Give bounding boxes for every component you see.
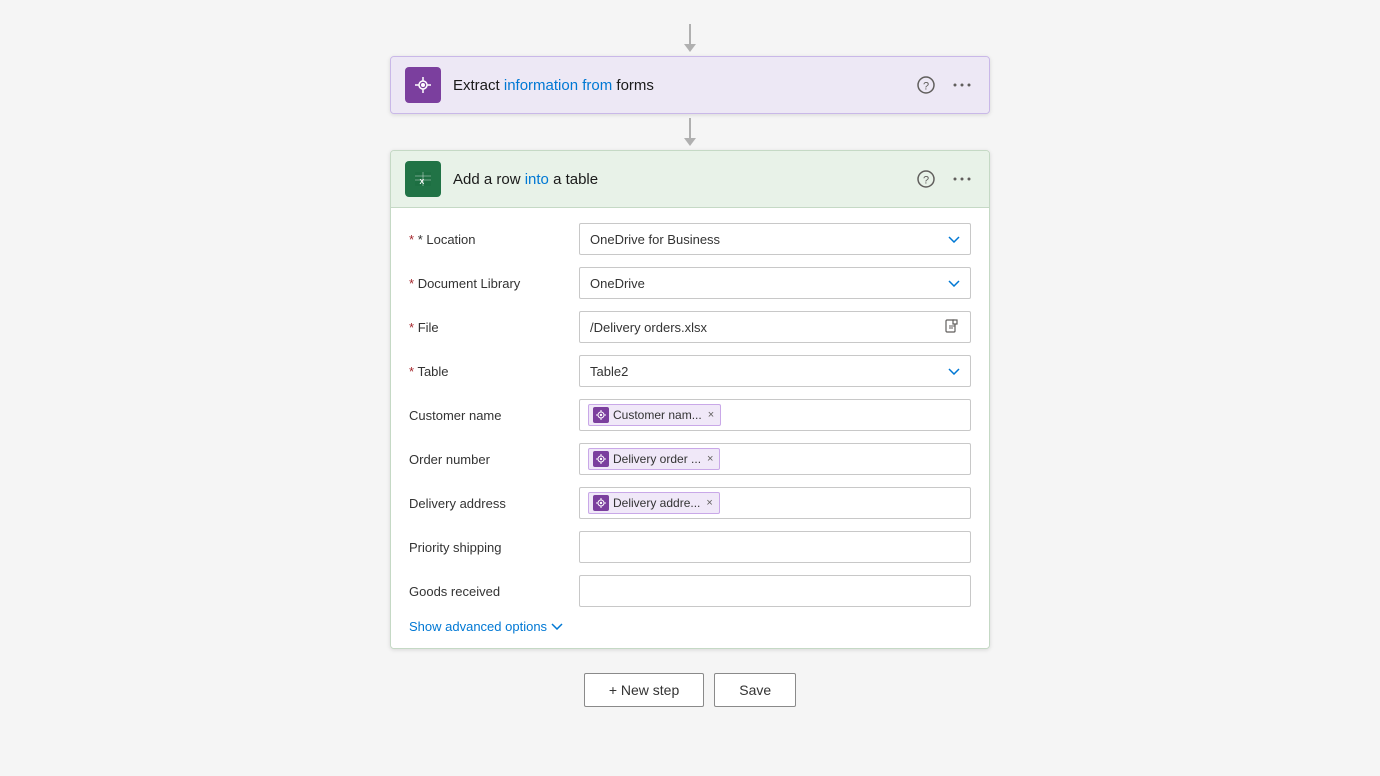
location-control: OneDrive for Business — [579, 223, 971, 255]
extract-help-button[interactable]: ? — [913, 72, 939, 98]
add-row-help-button[interactable]: ? — [913, 166, 939, 192]
extract-more-button[interactable] — [949, 79, 975, 91]
priority-shipping-label: Priority shipping — [409, 540, 579, 555]
customer-name-tag-icon — [593, 407, 609, 423]
table-label: * Table — [409, 364, 579, 379]
goods-received-label: Goods received — [409, 584, 579, 599]
top-arrow-connector — [684, 24, 696, 52]
file-control: /Delivery orders.xlsx — [579, 311, 971, 343]
delivery-address-tag: Delivery addre... × — [588, 492, 720, 514]
new-step-button[interactable]: + New step — [584, 673, 704, 707]
priority-shipping-row: Priority shipping — [409, 530, 971, 564]
delivery-address-label: Delivery address — [409, 496, 579, 511]
table-row: * Table Table2 — [409, 354, 971, 388]
priority-shipping-control — [579, 531, 971, 563]
table-control: Table2 — [579, 355, 971, 387]
excel-card-icon: X — [405, 161, 441, 197]
location-row: * * Location OneDrive for Business — [409, 222, 971, 256]
add-row-card-header: X Add a row into a table ? — [391, 151, 989, 208]
extract-card-title: Extract information from forms — [453, 77, 901, 94]
delivery-address-row: Delivery address — [409, 486, 971, 520]
goods-received-control — [579, 575, 971, 607]
extract-card: Extract information from forms ? — [390, 56, 990, 114]
customer-name-row: Customer name — [409, 398, 971, 432]
middle-arrow-connector — [684, 118, 696, 146]
add-row-card-actions: ? — [913, 166, 975, 192]
table-dropdown[interactable]: Table2 — [579, 355, 971, 387]
customer-name-tag: Customer nam... × — [588, 404, 721, 426]
location-dropdown[interactable]: OneDrive for Business — [579, 223, 971, 255]
add-row-card-body: * * Location OneDrive for Business * Doc… — [391, 208, 989, 648]
svg-text:?: ? — [923, 175, 929, 187]
goods-received-field[interactable] — [579, 575, 971, 607]
svg-text:X: X — [420, 179, 425, 186]
extract-card-actions: ? — [913, 72, 975, 98]
delivery-address-field[interactable]: Delivery addre... × — [579, 487, 971, 519]
add-row-card-title: Add a row into a table — [453, 171, 901, 188]
add-row-more-button[interactable] — [949, 173, 975, 185]
order-number-control: Delivery order ... × — [579, 443, 971, 475]
file-row: * File /Delivery orders.xlsx — [409, 310, 971, 344]
document-library-label: * Document Library — [409, 276, 579, 291]
location-label: * * Location — [409, 232, 579, 247]
order-number-label: Order number — [409, 452, 579, 467]
goods-received-row: Goods received — [409, 574, 971, 608]
customer-name-label: Customer name — [409, 408, 579, 423]
order-number-tag: Delivery order ... × — [588, 448, 720, 470]
bottom-actions: + New step Save — [584, 673, 796, 707]
order-number-field[interactable]: Delivery order ... × — [579, 443, 971, 475]
advanced-options-row: Show advanced options — [409, 618, 971, 634]
extract-card-header: Extract information from forms ? — [391, 57, 989, 113]
delivery-address-tag-close[interactable]: × — [706, 497, 712, 509]
customer-name-control: Customer nam... × — [579, 399, 971, 431]
add-row-card: X Add a row into a table ? — [390, 150, 990, 649]
svg-text:?: ? — [923, 81, 929, 93]
document-library-control: OneDrive — [579, 267, 971, 299]
customer-name-tag-close[interactable]: × — [708, 409, 714, 421]
document-library-row: * Document Library OneDrive — [409, 266, 971, 300]
order-number-row: Order number — [409, 442, 971, 476]
delivery-address-tag-icon — [593, 495, 609, 511]
order-number-tag-close[interactable]: × — [707, 453, 713, 465]
save-button[interactable]: Save — [714, 673, 796, 707]
show-advanced-options-button[interactable]: Show advanced options — [409, 619, 563, 634]
delivery-address-control: Delivery addre... × — [579, 487, 971, 519]
document-library-dropdown[interactable]: OneDrive — [579, 267, 971, 299]
extract-card-icon — [405, 67, 441, 103]
order-number-tag-icon — [593, 451, 609, 467]
file-label: * File — [409, 320, 579, 335]
priority-shipping-field[interactable] — [579, 531, 971, 563]
customer-name-field[interactable]: Customer nam... × — [579, 399, 971, 431]
file-field[interactable]: /Delivery orders.xlsx — [579, 311, 971, 343]
